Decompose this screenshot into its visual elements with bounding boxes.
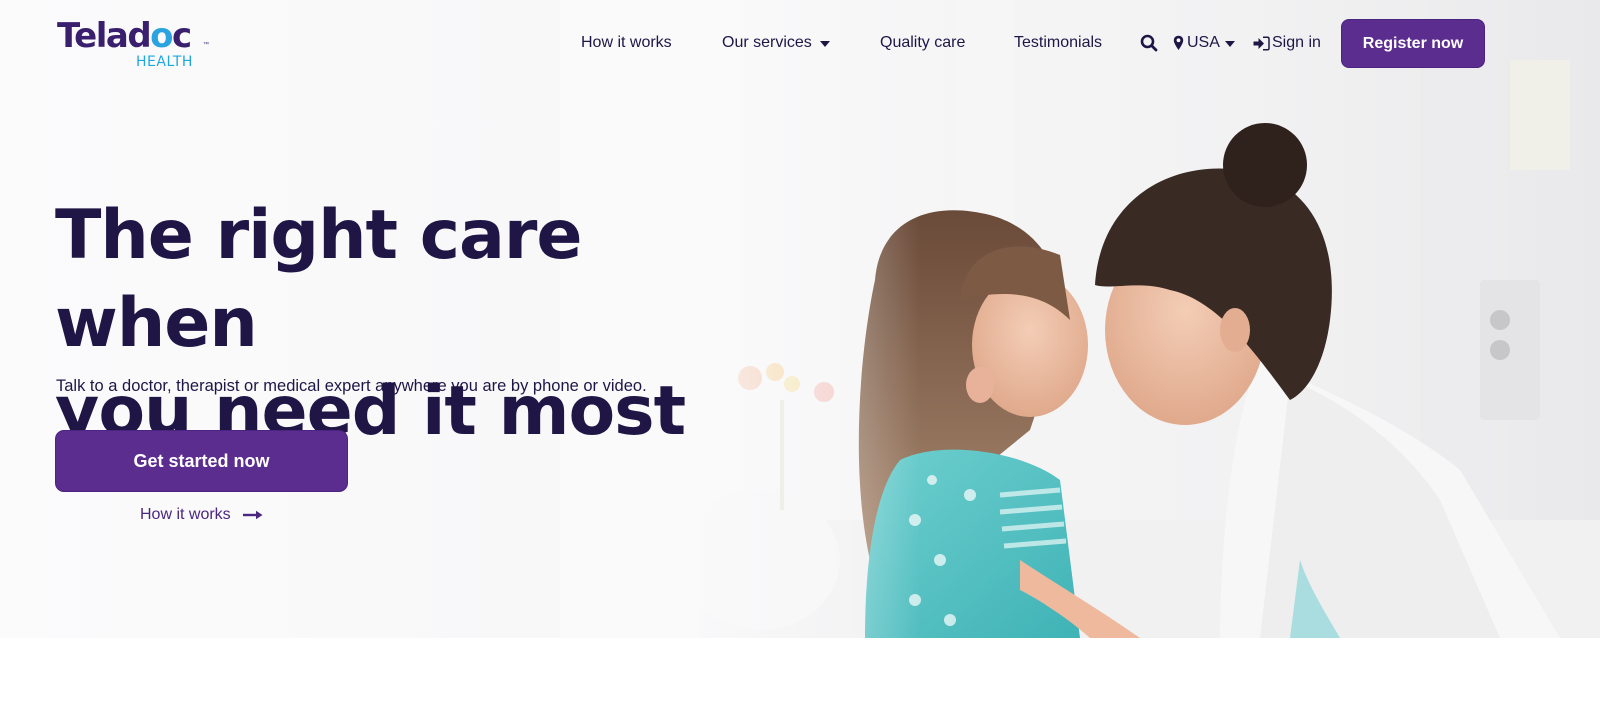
hero-subtext: Talk to a doctor, therapist or medical e…: [56, 377, 647, 395]
register-now-button[interactable]: Register now: [1341, 19, 1485, 68]
search-button[interactable]: [1140, 30, 1158, 56]
search-icon: [1140, 34, 1158, 52]
content-section-start: [0, 638, 1600, 722]
headline-line-1: The right care when: [55, 196, 583, 363]
sign-in-label: Sign in: [1272, 34, 1321, 51]
logo-wordmark: Teladoc: [57, 16, 192, 56]
how-it-works-link[interactable]: How it works: [140, 503, 263, 527]
nav-our-services[interactable]: Our services: [722, 30, 830, 56]
nav-label: Quality care: [880, 34, 966, 51]
region-selector[interactable]: USA: [1173, 30, 1235, 56]
sign-in-link[interactable]: Sign in: [1253, 30, 1321, 56]
hero-headline: The right care when you need it most: [55, 192, 775, 456]
arrow-right-icon: [242, 510, 263, 520]
caret-down-icon: [1224, 40, 1235, 47]
sign-in-icon: [1253, 35, 1270, 51]
nav-quality-care[interactable]: Quality care: [880, 30, 965, 56]
teladoc-logo[interactable]: Teladoc ™ HEALTH: [57, 16, 217, 74]
region-label: USA: [1187, 34, 1220, 51]
nav-label: How it works: [581, 34, 672, 51]
get-started-button[interactable]: Get started now: [55, 430, 348, 492]
nav-how-it-works[interactable]: How it works: [581, 30, 672, 56]
map-pin-icon: [1173, 35, 1184, 50]
nav-label: Our services: [722, 34, 812, 51]
logo-trademark: ™: [203, 42, 209, 48]
caret-down-icon: [819, 40, 830, 47]
site-header: Teladoc ™ HEALTH How it works Our servic…: [0, 0, 1600, 90]
how-it-works-label: How it works: [140, 506, 231, 523]
nav-testimonials[interactable]: Testimonials: [1014, 30, 1102, 56]
logo-subtitle: HEALTH: [136, 54, 193, 70]
nav-label: Testimonials: [1014, 34, 1103, 51]
logo-accent-letter: o: [150, 16, 173, 56]
